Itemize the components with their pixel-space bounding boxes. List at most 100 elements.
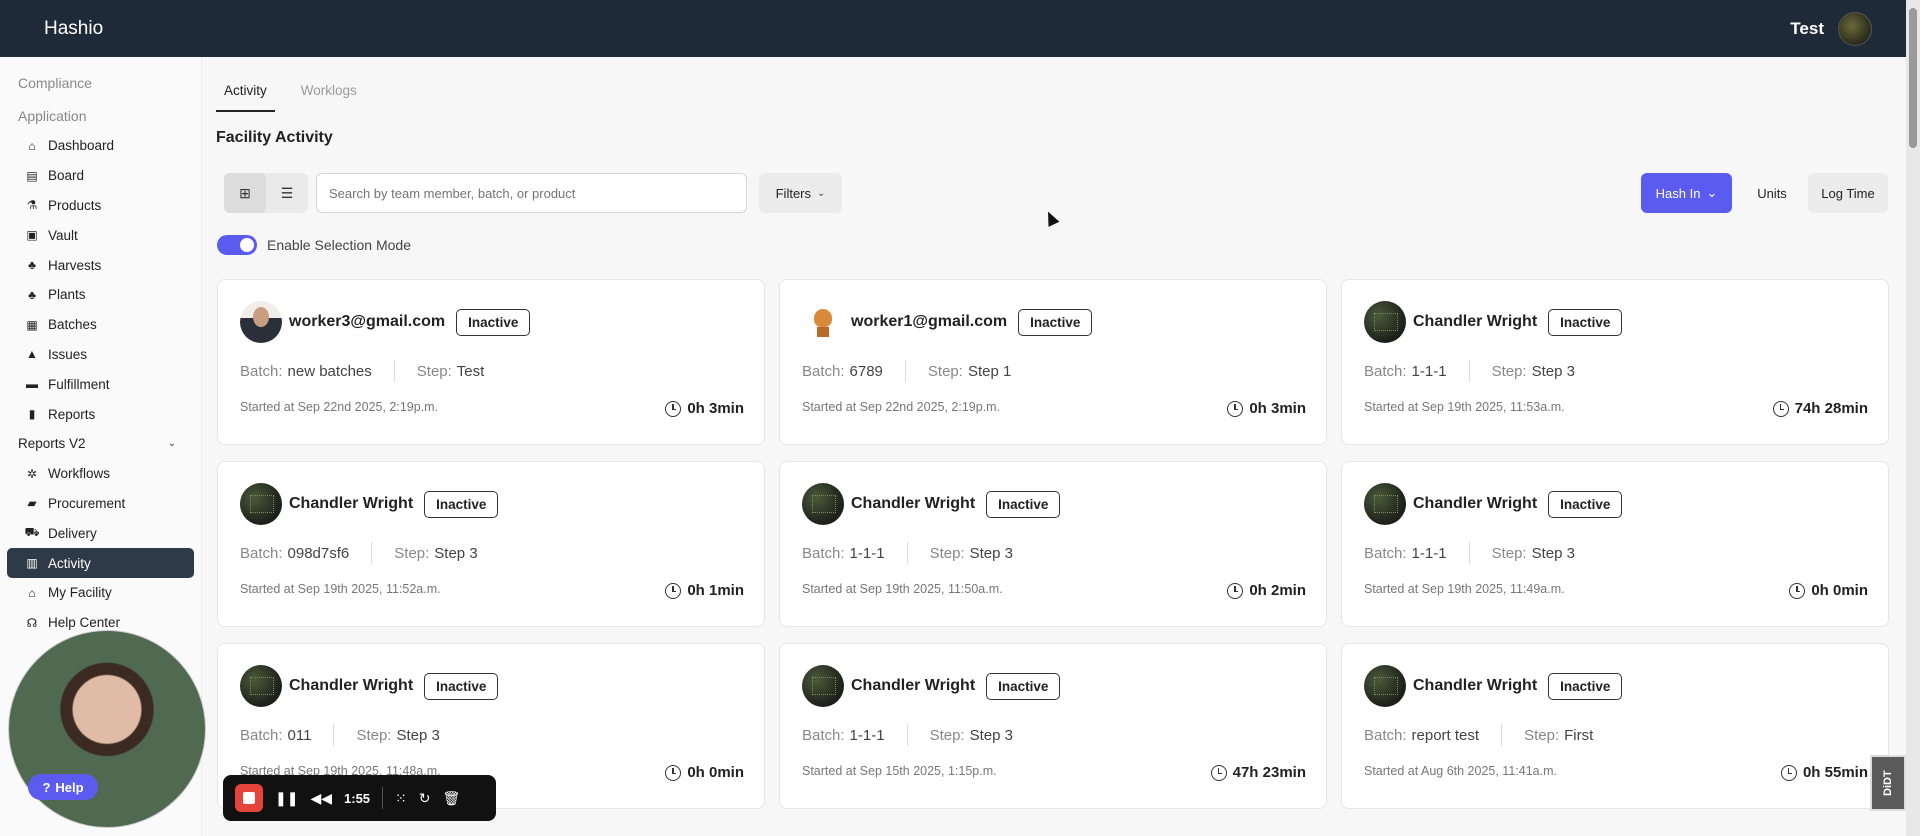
- clock-icon: [1772, 400, 1789, 417]
- clock-icon: [1789, 582, 1806, 599]
- started-at: Started at Sep 22nd 2025, 2:19p.m.: [240, 400, 439, 414]
- card-meta: Batch: 6789 Step: Step 1: [802, 360, 1011, 382]
- didt-badge[interactable]: DiDT: [1870, 755, 1906, 811]
- reports-icon: ▮: [28, 407, 36, 422]
- sidebar-item-issues[interactable]: ▲ Issues: [7, 340, 194, 370]
- scrollbar-thumb[interactable]: [1909, 8, 1917, 148]
- avatar: [240, 301, 282, 343]
- duration: 0h 0min: [665, 764, 744, 781]
- status-badge: Inactive: [424, 672, 499, 700]
- team-member-name: Chandler Wright: [289, 677, 414, 694]
- toolbar: ⊞ ☰ Filters ⌄ Hash In ⌄ Units Log Time: [224, 173, 1892, 213]
- sidebar-item-label: Batches: [48, 317, 97, 333]
- batch-label: Batch:: [802, 726, 845, 744]
- user-avatar[interactable]: [1838, 11, 1872, 46]
- meta-divider: [904, 360, 906, 382]
- step-label: Step:: [927, 362, 963, 380]
- grid-view-button[interactable]: ⊞: [224, 173, 266, 213]
- sidebar-item-reports[interactable]: ▮ Reports: [7, 399, 194, 429]
- units-button[interactable]: Units: [1746, 173, 1798, 213]
- activity-card[interactable]: worker3@gmail.com Inactive Batch: new batch…: [217, 279, 765, 445]
- page-scrollbar[interactable]: [1906, 0, 1920, 836]
- batch-value: new batches: [287, 362, 372, 380]
- sidebar-item-workflows[interactable]: ✲ Workflows: [7, 459, 194, 489]
- sidebar-item-fulfillment[interactable]: ▬ Fulfillment: [7, 369, 194, 399]
- search-input[interactable]: [316, 173, 747, 213]
- sidebar-item-my-facility[interactable]: ⌂ My Facility: [7, 578, 194, 608]
- harvest-icon: ♣: [28, 258, 36, 273]
- sidebar-item-dashboard[interactable]: ⌂ Dashboard: [7, 131, 194, 161]
- selection-mode: Enable Selection Mode: [217, 235, 411, 255]
- batch-value: 1-1-1: [1411, 544, 1447, 562]
- fulfillment-icon: ▬: [26, 377, 38, 392]
- sidebar-item-label: Reports: [48, 406, 96, 422]
- sidebar-item-label: Reports V2: [18, 436, 86, 452]
- sidebar-item-harvests[interactable]: ♣ Harvests: [7, 250, 194, 280]
- sidebar-item-products[interactable]: ⚗ Products: [7, 191, 194, 221]
- selection-mode-toggle[interactable]: [217, 235, 257, 255]
- activity-card[interactable]: Chandler Wright Inactive Batch: 1-1-1 Step: S…: [1341, 279, 1889, 445]
- started-at: Started at Sep 19th 2025, 11:50a.m.: [802, 582, 1003, 596]
- duration: 0h 0min: [1789, 582, 1868, 599]
- step-value: Step 1: [967, 362, 1012, 380]
- screen-recorder-bar: ❚❚ ◀◀ 1:55 ⁙ ↻ 🗑: [223, 775, 496, 821]
- activity-icon: ▥: [26, 556, 38, 571]
- chevron-down-icon: ⌄: [1706, 185, 1718, 200]
- stop-recording-button[interactable]: [235, 784, 263, 812]
- sidebar-item-procurement[interactable]: ▰ Procurement: [7, 489, 194, 519]
- list-view-button[interactable]: ☰: [266, 173, 308, 213]
- selection-mode-label: Enable Selection Mode: [267, 237, 411, 253]
- activity-card[interactable]: worker1@gmail.com Inactive Batch: 6789 Step:…: [779, 279, 1327, 445]
- activity-card[interactable]: Chandler Wright Inactive Batch: 1-1-1 Step: S…: [779, 461, 1327, 627]
- tab-worklogs[interactable]: Worklogs: [293, 79, 365, 112]
- sidebar-item-label: My Facility: [48, 585, 112, 601]
- sidebar-item-label: Workflows: [48, 466, 111, 482]
- meta-divider: [371, 542, 373, 564]
- log-time-button[interactable]: Log Time: [1808, 173, 1888, 213]
- sidebar-section-compliance[interactable]: Compliance: [0, 65, 201, 98]
- home-icon: ⌂: [28, 138, 36, 153]
- sidebar-item-activity[interactable]: ▥ Activity: [7, 548, 194, 578]
- activity-card[interactable]: Chandler Wright Inactive Batch: 1-1-1 Step: S…: [779, 643, 1327, 809]
- card-meta: Batch: report test Step: First: [1364, 724, 1593, 746]
- avatar: [240, 665, 282, 707]
- status-badge: Inactive: [1548, 490, 1623, 518]
- card-header: Chandler Wright Inactive: [1364, 665, 1623, 707]
- grid-icon: ⊞: [239, 184, 251, 201]
- duration: 0h 3min: [665, 400, 744, 417]
- card-meta: Batch: 1-1-1 Step: Step 3: [802, 542, 1013, 564]
- meta-divider: [333, 724, 335, 746]
- user-menu[interactable]: Test: [1790, 11, 1872, 46]
- hash-in-button[interactable]: Hash In ⌄: [1641, 173, 1732, 213]
- avatar: [1364, 483, 1406, 525]
- batches-icon: ▦: [26, 317, 38, 332]
- rewind-icon[interactable]: ◀◀: [310, 790, 332, 807]
- help-button[interactable]: ? Help: [28, 774, 98, 800]
- avatar: [1364, 301, 1406, 343]
- meta-divider: [393, 360, 395, 382]
- trash-icon[interactable]: 🗑: [443, 790, 461, 807]
- restart-icon[interactable]: ↻: [419, 790, 431, 807]
- tab-activity[interactable]: Activity: [216, 79, 275, 112]
- grid-dots-icon[interactable]: ⁙: [395, 790, 407, 807]
- activity-card[interactable]: Chandler Wright Inactive Batch: report test…: [1341, 643, 1889, 809]
- activity-card[interactable]: Chandler Wright Inactive Batch: 098d7sf6 Ste…: [217, 461, 765, 627]
- duration-value: 0h 55min: [1802, 764, 1868, 781]
- sidebar-item-reports-v2[interactable]: Reports V2 ⌄: [7, 429, 194, 459]
- filters-button[interactable]: Filters ⌄: [759, 173, 842, 213]
- sidebar-item-batches[interactable]: ▦ Batches: [7, 310, 194, 340]
- sidebar-section-application[interactable]: Application: [0, 98, 201, 131]
- brand-name[interactable]: Hashio: [44, 18, 103, 40]
- sidebar-item-plants[interactable]: ♣ Plants: [7, 280, 194, 310]
- card-header: Chandler Wright Inactive: [240, 483, 499, 525]
- activity-card[interactable]: Chandler Wright Inactive Batch: 1-1-1 Step: S…: [1341, 461, 1889, 627]
- sidebar-item-delivery[interactable]: ⛟ Delivery: [7, 518, 194, 548]
- sidebar-item-board[interactable]: ▤ Board: [7, 161, 194, 191]
- batch-value: 098d7sf6: [287, 544, 350, 562]
- top-bar: Hashio Test: [0, 0, 1920, 57]
- team-member-name: Chandler Wright: [1413, 495, 1538, 512]
- sidebar-item-label: Activity: [48, 555, 91, 571]
- sidebar-item-vault[interactable]: ▣ Vault: [7, 220, 194, 250]
- user-name[interactable]: Test: [1790, 19, 1824, 39]
- pause-icon[interactable]: ❚❚: [275, 790, 298, 807]
